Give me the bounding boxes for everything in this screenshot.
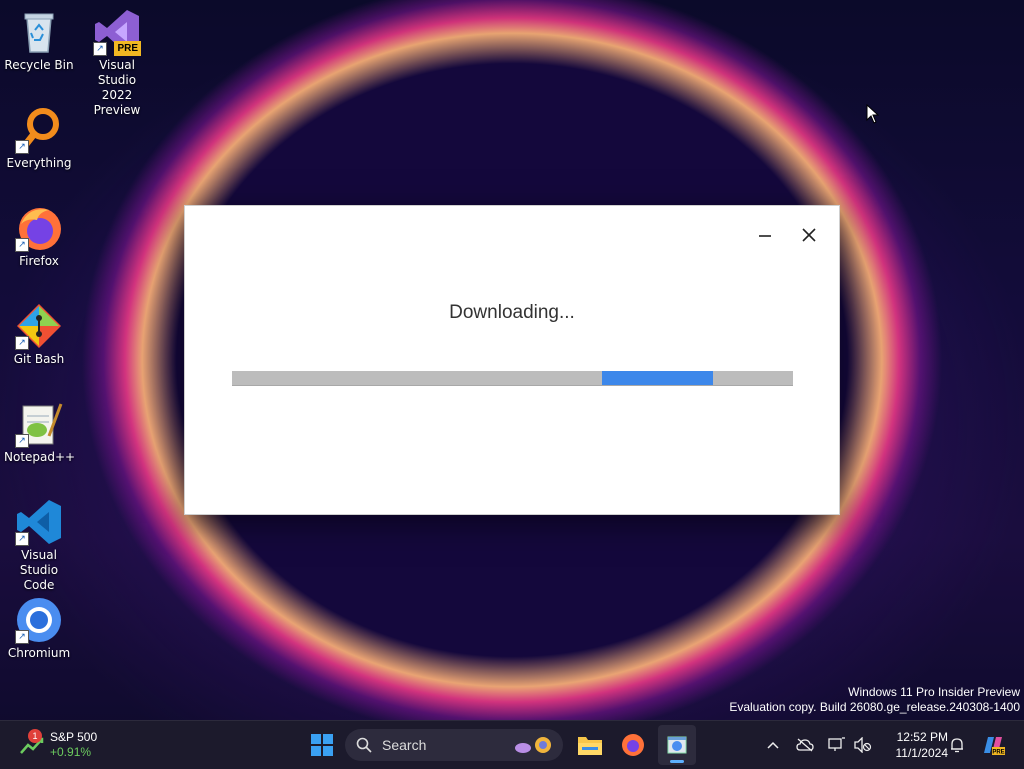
shortcut-arrow-icon: ↗: [15, 140, 29, 154]
firefox-icon: [622, 734, 644, 756]
desktop-icon-vscode[interactable]: ↗ Visual Studio Code: [4, 498, 74, 593]
stock-widget[interactable]: 1 S&P 500 +0.91%: [18, 727, 108, 763]
taskbar-search-box[interactable]: Search: [345, 729, 563, 761]
notepad-plus-plus-icon: ↗: [15, 400, 63, 448]
chevron-up-icon: [767, 741, 779, 749]
network-disconnected-icon: [828, 737, 845, 751]
search-highlight-icon: [513, 734, 555, 756]
progress-indicator: [602, 371, 713, 385]
firefox-icon: ↗: [15, 204, 63, 252]
search-icon: [356, 737, 372, 753]
everything-search-icon: ↗: [15, 106, 63, 154]
bell-icon: [951, 738, 963, 753]
desktop-icon-visual-studio[interactable]: ↗ PRE Visual Studio 2022 Preview: [82, 8, 152, 118]
volume-button[interactable]: [852, 733, 874, 757]
minimize-button[interactable]: [745, 220, 785, 250]
desktop-icon-recycle-bin[interactable]: Recycle Bin: [4, 8, 74, 73]
desktop-icon-label: Recycle Bin: [4, 58, 74, 72]
desktop-icon-label: Chromium: [7, 646, 71, 660]
desktop-icon-label: Firefox: [19, 254, 59, 268]
vscode-icon: ↗: [15, 498, 63, 546]
download-status-text: Downloading...: [449, 302, 575, 323]
clock-date: 11/1/2024: [895, 746, 949, 760]
shortcut-arrow-icon: ↗: [15, 532, 29, 546]
visual-studio-icon: ↗ PRE: [93, 8, 141, 56]
desktop-icon-notepad-plus-plus[interactable]: ↗ Notepad++: [4, 400, 76, 465]
desktop-icon-label: Everything: [6, 156, 72, 170]
shortcut-arrow-icon: ↗: [15, 238, 29, 252]
minimize-icon: [759, 235, 771, 237]
clock-button[interactable]: 12:52 PM 11/1/2024: [880, 727, 949, 763]
clock-time: 12:52 PM: [896, 730, 948, 744]
shortcut-arrow-icon: ↗: [15, 434, 29, 448]
copilot-button[interactable]: PRE: [978, 729, 1008, 761]
desktop-icon-chromium[interactable]: ↗ Chromium: [4, 596, 74, 661]
search-placeholder: Search: [382, 737, 427, 753]
network-button[interactable]: [826, 733, 848, 757]
show-hidden-icons-button[interactable]: [764, 733, 782, 757]
watermark-line-2: Evaluation copy. Build 26080.ge_release.…: [729, 700, 1020, 714]
chromium-icon: ↗: [15, 596, 63, 644]
desktop-icon-everything[interactable]: ↗ Everything: [4, 106, 74, 171]
close-button[interactable]: [789, 220, 829, 250]
taskbar: 1 S&P 500 +0.91% Search 12:52 PM 11/1/20…: [0, 720, 1024, 769]
folder-icon: [578, 737, 602, 755]
notifications-button[interactable]: [946, 733, 968, 757]
git-bash-icon: ↗: [15, 302, 63, 350]
copilot-icon: PRE: [984, 737, 1005, 756]
close-icon: [802, 228, 816, 242]
notification-count-badge: 1: [28, 729, 42, 743]
shortcut-arrow-icon: ↗: [93, 42, 107, 56]
desktop-icon-git-bash[interactable]: ↗ Git Bash: [4, 302, 74, 367]
shortcut-arrow-icon: ↗: [15, 336, 29, 350]
download-dialog: Downloading...: [184, 205, 840, 515]
onedrive-status-button[interactable]: [794, 733, 816, 757]
stock-chart-icon: 1: [18, 729, 46, 759]
installer-app-icon: [667, 736, 687, 754]
desktop-icon-firefox[interactable]: ↗ Firefox: [4, 204, 74, 269]
windows-evaluation-watermark: Windows 11 Pro Insider Preview Evaluatio…: [729, 685, 1020, 715]
windows-logo-icon: [311, 734, 333, 756]
desktop-icon-label: Visual Studio 2022 Preview: [93, 58, 141, 117]
preview-badge: PRE: [114, 41, 141, 56]
stock-change: +0.91%: [50, 745, 92, 759]
download-progress-bar: [232, 371, 793, 386]
watermark-line-1: Windows 11 Pro Insider Preview: [848, 685, 1020, 699]
speaker-muted-icon: [854, 737, 872, 753]
desktop-icon-label: Visual Studio Code: [19, 548, 59, 592]
desktop-icon-label: Notepad++: [4, 450, 76, 464]
file-explorer-button[interactable]: [574, 729, 606, 761]
stock-name: S&P 500: [50, 730, 98, 744]
mouse-cursor-icon: [866, 103, 880, 128]
active-app-taskbar-button[interactable]: [658, 725, 696, 765]
recycle-bin-icon: [15, 8, 63, 56]
start-button[interactable]: [306, 729, 338, 761]
desktop-icon-label: Git Bash: [13, 352, 65, 366]
firefox-taskbar-button[interactable]: [617, 729, 649, 761]
shortcut-arrow-icon: ↗: [15, 630, 29, 644]
cloud-offline-icon: [796, 738, 814, 752]
svg-text:PRE: PRE: [992, 750, 1004, 756]
active-indicator: [670, 760, 684, 763]
